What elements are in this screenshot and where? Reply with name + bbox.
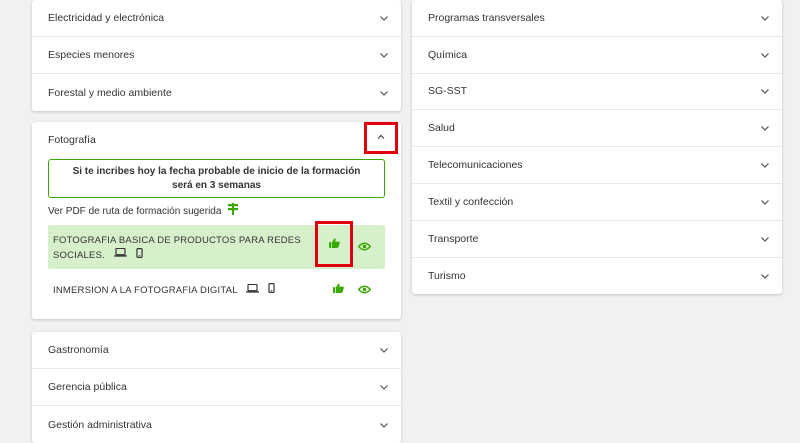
category-turismo[interactable]: Turismo (412, 258, 782, 295)
category-list-right: Programas transversales Química SG-SST S… (412, 0, 782, 294)
category-fotografia-expanded: Fotografía Si te incribes hoy la fecha p… (32, 122, 401, 319)
category-quimica[interactable]: Química (412, 37, 782, 74)
pdf-route-icon[interactable] (228, 202, 238, 215)
category-label: Gerencia pública (48, 381, 127, 393)
category-salud[interactable]: Salud (412, 110, 782, 148)
category-sgsst[interactable]: SG-SST (412, 74, 782, 111)
category-label: Transporte (428, 232, 479, 245)
chevron-down-icon (379, 50, 389, 60)
category-label: Telecomunicaciones (428, 159, 523, 172)
category-fotografia-header[interactable]: Fotografía (32, 122, 401, 158)
eye-icon[interactable] (357, 238, 372, 256)
category-label: Gastronomía (48, 344, 109, 356)
laptop-icon (114, 248, 127, 262)
category-label: SG-SST (428, 85, 468, 98)
eye-icon[interactable] (357, 281, 372, 299)
category-label: Salud (428, 122, 455, 135)
category-label: Fotografía (48, 134, 96, 146)
category-label: Programas transversales (428, 11, 545, 24)
phone-icon (268, 283, 275, 298)
category-gerencia[interactable]: Gerencia pública (32, 369, 401, 406)
chevron-down-icon (379, 88, 389, 98)
category-electricidad[interactable]: Electricidad y electrónica (32, 0, 401, 37)
collapse-button[interactable] (364, 122, 398, 154)
chevron-down-icon (379, 420, 389, 430)
laptop-icon (246, 283, 259, 298)
chevron-up-icon (376, 129, 386, 147)
category-label: Química (428, 48, 468, 61)
category-label: Electricidad y electrónica (48, 12, 165, 24)
chevron-down-icon (760, 160, 770, 170)
chevron-down-icon (760, 234, 770, 244)
chevron-down-icon (760, 123, 770, 133)
category-forestal[interactable]: Forestal y medio ambiente (32, 74, 401, 111)
category-especies[interactable]: Especies menores (32, 37, 401, 74)
chevron-down-icon (760, 50, 770, 60)
chevron-down-icon (379, 345, 389, 355)
category-list-left-top: Electricidad y electrónica Especies meno… (32, 0, 401, 111)
pdf-route-link[interactable]: Ver PDF de ruta de formación sugerida (48, 206, 221, 217)
category-gestion[interactable]: Gestión administrativa (32, 406, 401, 443)
category-list-left-bottom: Gastronomía Gerencia pública Gestión adm… (32, 332, 401, 443)
category-programas[interactable]: Programas transversales (412, 0, 782, 37)
thumbs-up-icon (328, 235, 340, 253)
like-button[interactable] (315, 221, 353, 267)
category-transporte[interactable]: Transporte (412, 221, 782, 258)
chevron-down-icon (760, 86, 770, 96)
chevron-down-icon (379, 382, 389, 392)
course-name: FOTOGRAFIA BASICA DE PRODUCTOS PARA REDE… (53, 235, 301, 261)
course-name: INMERSION A LA FOTOGRAFIA DIGITAL (53, 284, 238, 296)
chevron-down-icon (760, 271, 770, 281)
category-label: Forestal y medio ambiente (48, 86, 172, 99)
category-label: Gestión administrativa (48, 418, 152, 431)
category-label: Textil y confección (428, 195, 514, 208)
chevron-down-icon (379, 13, 389, 23)
chevron-down-icon (760, 13, 770, 23)
category-textil[interactable]: Textil y confección (412, 184, 782, 221)
thumbs-up-icon[interactable] (333, 280, 344, 298)
category-label: Turismo (428, 269, 466, 282)
category-telecom[interactable]: Telecomunicaciones (412, 147, 782, 184)
phone-icon (136, 247, 143, 263)
start-date-notice: Si te incribes hoy la fecha probable de … (48, 159, 385, 198)
category-gastronomia[interactable]: Gastronomía (32, 332, 401, 369)
category-label: Especies menores (48, 49, 135, 61)
chevron-down-icon (760, 197, 770, 207)
